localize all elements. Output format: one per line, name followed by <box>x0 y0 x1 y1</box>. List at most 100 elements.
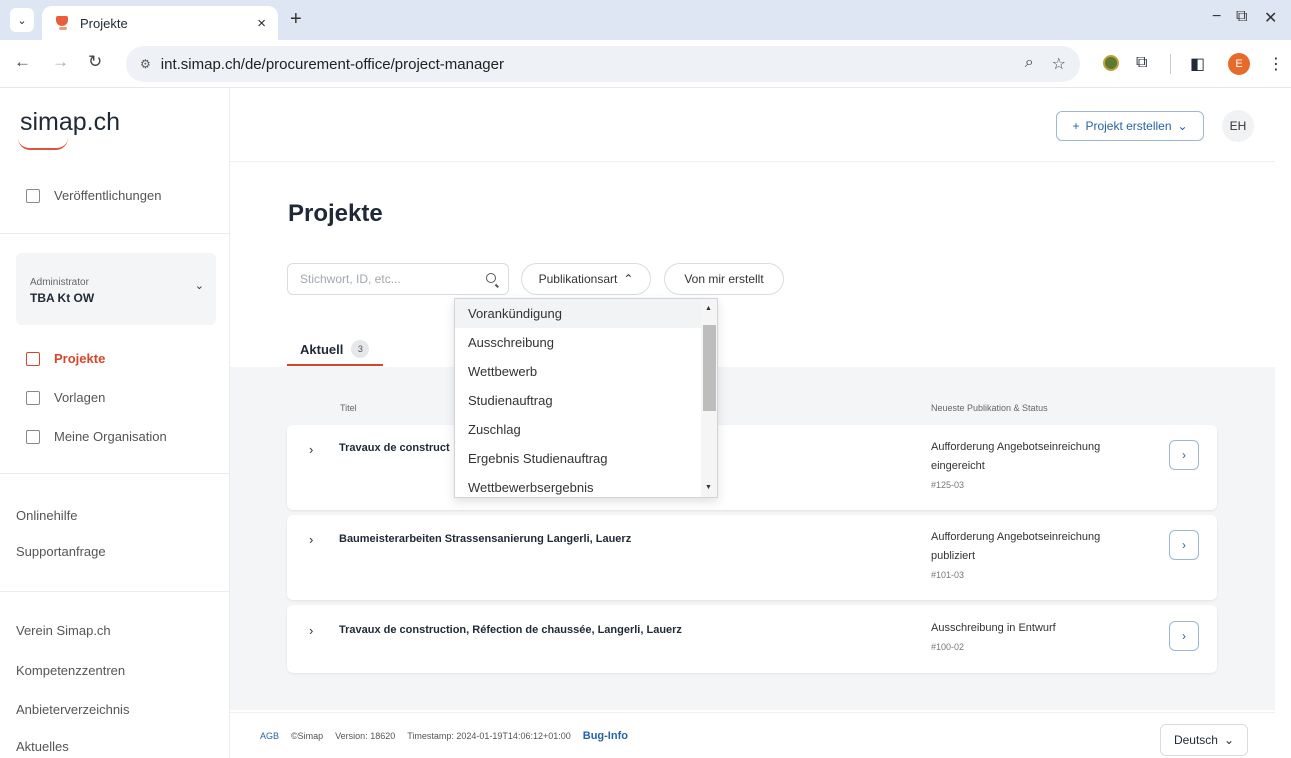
publication-type-dropdown: Vorankündigung Ausschreibung Wettbewerb … <box>454 298 718 498</box>
news-link[interactable]: Aktuelles <box>16 739 69 754</box>
language-label: Deutsch <box>1173 733 1218 747</box>
restore-button[interactable]: ⧉ <box>1236 8 1247 26</box>
chevron-down-icon: ⌄ <box>1223 733 1235 747</box>
url-omnibox[interactable]: ⚙ int.simap.ch/de/procurement-office/pro… <box>126 46 1080 82</box>
dropdown-option[interactable]: Studienauftrag <box>455 386 703 415</box>
sidebar-item-label: Meine Organisation <box>54 429 167 444</box>
publication-id: #125-03 <box>931 480 965 490</box>
tab-label: Aktuell <box>300 341 344 357</box>
close-window-button[interactable]: ✕ <box>1264 8 1277 28</box>
bug-info-link[interactable]: Bug-Info <box>583 730 628 742</box>
publications-icon <box>26 188 40 203</box>
create-project-button[interactable]: + Projekt erstellen ⌄ <box>1056 111 1204 141</box>
chevron-down-icon: ⌄ <box>1177 119 1188 133</box>
sidebar-item-label: Vorlagen <box>54 390 106 405</box>
browser-tab-bar: ⌄ Projekte × + − ⧉ ✕ <box>0 0 1291 40</box>
dropdown-option[interactable]: Ergebnis Studienauftrag <box>455 444 703 473</box>
scrollbar-thumb[interactable] <box>703 325 716 411</box>
divider <box>0 233 230 234</box>
help-link[interactable]: Onlinehilfe <box>16 508 77 523</box>
version: Version: 18620 <box>335 730 396 741</box>
expand-chevron-icon[interactable]: › <box>309 623 313 638</box>
filter-label: Publikationsart <box>538 272 618 286</box>
active-tab-indicator <box>287 364 383 366</box>
profile-avatar[interactable]: E <box>1228 53 1250 75</box>
project-title: Baumeisterarbeiten Strassensanierung Lan… <box>339 533 632 545</box>
bookmark-star-icon[interactable]: ☆ <box>1052 54 1066 74</box>
supplier-directory-link[interactable]: Anbieterverzeichnis <box>16 702 129 717</box>
created-by-me-filter[interactable]: Von mir erstellt <box>664 263 784 295</box>
filter-label: Von mir erstellt <box>684 272 764 286</box>
project-title: Travaux de construct <box>339 442 450 454</box>
open-project-button[interactable]: › <box>1169 621 1199 651</box>
back-icon[interactable]: ← <box>14 52 31 72</box>
organization-selector[interactable]: Administrator TBA Kt OW ⌄ <box>16 253 216 325</box>
sidebar-item-organization[interactable]: Meine Organisation <box>26 429 167 444</box>
expand-chevron-icon[interactable]: › <box>309 532 313 547</box>
association-link[interactable]: Verein Simap.ch <box>16 623 111 638</box>
sidebar-item-templates[interactable]: Vorlagen <box>26 390 105 405</box>
simap-logo[interactable]: simap.ch <box>20 108 120 137</box>
user-avatar[interactable]: EH <box>1222 110 1254 142</box>
status-block: Aufforderung Angebotseinreichung eingere… <box>931 438 1131 495</box>
language-select[interactable]: Deutsch ⌄ <box>1160 724 1248 756</box>
scroll-down-icon[interactable]: ▼ <box>705 484 712 491</box>
org-role: Administrator <box>30 277 89 288</box>
status-text: Aufforderung Angebotseinreichung publizi… <box>931 531 1101 562</box>
table-row[interactable]: › Travaux de construction, Réfection de … <box>287 605 1217 673</box>
tab-title: Projekte <box>80 15 128 31</box>
dropdown-option[interactable]: Zuschlag <box>455 415 703 444</box>
status-text: Ausschreibung in Entwurf <box>931 622 1056 634</box>
dropdown-option[interactable]: Vorankündigung <box>455 299 703 328</box>
open-project-button[interactable]: › <box>1169 440 1199 470</box>
search-placeholder: Stichwort, ID, etc... <box>300 272 401 286</box>
toolbar-divider <box>1170 54 1171 74</box>
column-header-title: Titel <box>340 403 357 413</box>
side-panel-icon[interactable]: ◧ <box>1190 54 1205 74</box>
dropdown-option[interactable]: Wettbewerb <box>455 357 703 386</box>
address-bar-row: ← → ↻ ⚙ int.simap.ch/de/procurement-offi… <box>0 40 1291 88</box>
table-row[interactable]: › Baumeisterarbeiten Strassensanierung L… <box>287 515 1217 600</box>
tab-search-button[interactable]: ⌄ <box>10 8 34 32</box>
competence-centers-link[interactable]: Kompetenzzentren <box>16 663 125 678</box>
dropdown-scrollbar[interactable]: ▲ ▼ <box>701 299 717 497</box>
sidebar-item-label: Projekte <box>54 351 106 366</box>
timestamp: Timestamp: 2024-01-19T14:06:12+01:00 <box>407 730 571 741</box>
reload-icon[interactable]: ↻ <box>88 52 102 72</box>
scroll-up-icon[interactable]: ▲ <box>705 305 712 312</box>
tab-close-icon[interactable]: × <box>257 15 266 32</box>
minimize-button[interactable]: − <box>1212 8 1221 26</box>
table-row[interactable]: › Travaux de construct Aufforderung Ange… <box>287 425 1217 510</box>
expand-chevron-icon[interactable]: › <box>309 442 313 457</box>
sidebar-item-publications[interactable]: Veröffentlichungen <box>26 188 161 203</box>
browser-menu-icon[interactable]: ⋮ <box>1268 54 1284 74</box>
simap-favicon-icon <box>54 15 70 31</box>
search-input[interactable]: Stichwort, ID, etc... <box>287 263 509 295</box>
extensions-puzzle-icon[interactable]: ⧉ <box>1136 54 1147 72</box>
open-project-button[interactable]: › <box>1169 530 1199 560</box>
logo-swoosh <box>18 138 68 150</box>
column-header-status: Neueste Publikation & Status <box>931 403 1048 413</box>
projects-icon <box>26 351 40 366</box>
sidebar-item-projects[interactable]: Projekte <box>26 351 105 366</box>
agb-link[interactable]: AGB <box>260 731 279 741</box>
project-title: Travaux de construction, Réfection de ch… <box>339 624 682 636</box>
extension-icon[interactable] <box>1103 55 1119 71</box>
footer: AGB ©Simap Version: 18620 Timestamp: 202… <box>230 712 1275 758</box>
organization-icon <box>26 429 40 444</box>
support-link[interactable]: Supportanfrage <box>16 544 106 559</box>
status-text: Aufforderung Angebotseinreichung eingere… <box>931 441 1101 472</box>
zoom-icon[interactable]: ⌕ <box>1025 54 1034 74</box>
status-block: Aufforderung Angebotseinreichung publizi… <box>931 528 1131 585</box>
site-info-icon[interactable]: ⚙ <box>140 57 151 71</box>
tab-current[interactable]: Aktuell 3 <box>300 340 370 358</box>
browser-tab[interactable]: Projekte × <box>42 6 278 40</box>
sidebar: simap.ch Veröffentlichungen Administrato… <box>0 88 230 758</box>
publication-type-filter[interactable]: Publikationsart ⌃ <box>521 263 651 295</box>
dropdown-option[interactable]: Wettbewerbsergebnis <box>455 473 703 497</box>
forward-icon[interactable]: → <box>52 52 69 72</box>
publication-id: #100-02 <box>931 642 965 652</box>
new-tab-button[interactable]: + <box>290 8 302 31</box>
dropdown-option[interactable]: Ausschreibung <box>455 328 703 357</box>
url-text: int.simap.ch/de/procurement-office/proje… <box>160 55 504 73</box>
